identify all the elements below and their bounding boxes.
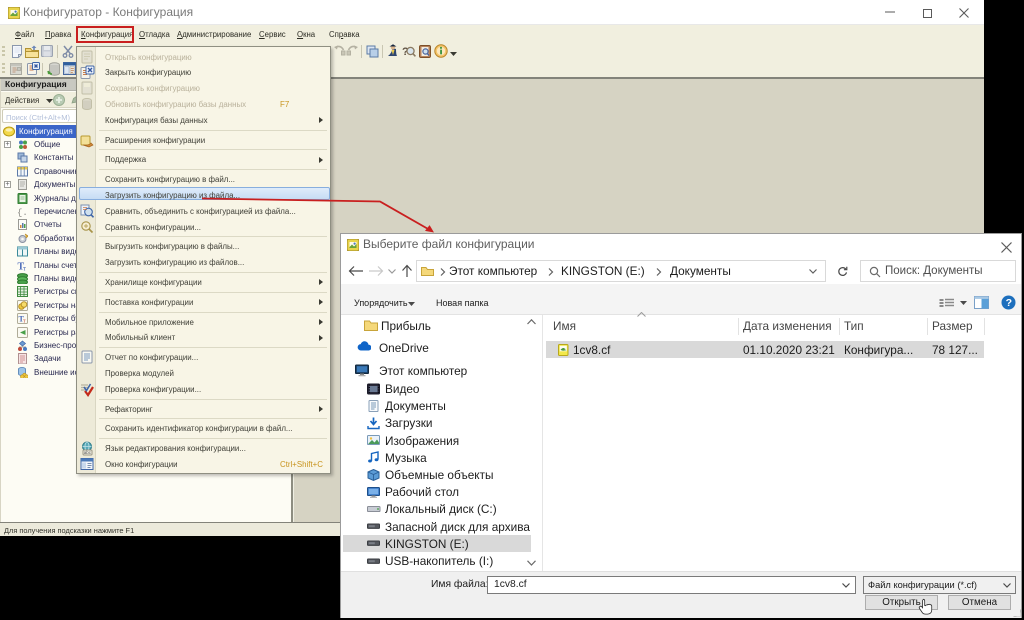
svg-text:{..}: {..} [17, 208, 28, 217]
svg-text:abc: abc [84, 450, 92, 455]
svg-text:?: ? [1006, 297, 1012, 309]
svg-text:т: т [23, 319, 26, 325]
svg-text:т: т [23, 264, 26, 271]
